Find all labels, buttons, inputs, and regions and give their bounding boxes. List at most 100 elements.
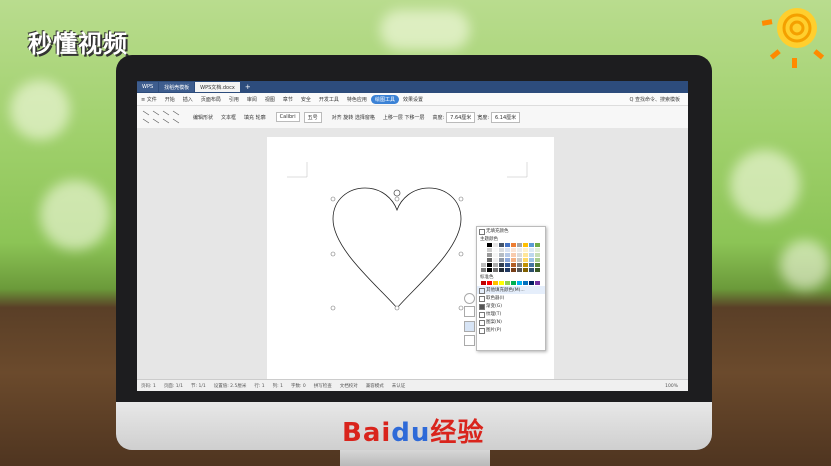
color-swatch[interactable]	[517, 263, 522, 267]
color-swatch[interactable]	[487, 248, 492, 252]
shape-gallery[interactable]	[141, 109, 185, 125]
font-size-select[interactable]: 五号	[303, 111, 322, 123]
color-swatch[interactable]	[481, 263, 486, 267]
picture-option[interactable]: 图片(P)	[477, 326, 545, 334]
color-swatch[interactable]	[523, 258, 528, 262]
search-commands[interactable]: Q 查找命令、搜索模板	[625, 96, 688, 103]
text-box-button[interactable]: 文本框	[221, 114, 236, 121]
menu-item[interactable]: 插入	[179, 96, 197, 103]
color-swatch[interactable]	[517, 248, 522, 252]
more-fill-colors-option[interactable]: 其他填充颜色(M)...	[477, 286, 545, 294]
zoom-level[interactable]: 100%	[661, 384, 688, 389]
status-words[interactable]: 字数: 0	[287, 383, 310, 389]
color-swatch[interactable]	[493, 248, 498, 252]
color-swatch[interactable]	[535, 243, 540, 247]
theme-color-grid[interactable]	[477, 242, 545, 273]
color-swatch[interactable]	[529, 263, 534, 267]
color-swatch[interactable]	[517, 281, 522, 285]
menu-file[interactable]: ≡ 文件	[137, 96, 161, 103]
pattern-option[interactable]: 图案(N)	[477, 318, 545, 326]
menu-item[interactable]: 审阅	[243, 96, 261, 103]
tab-drawing-tools[interactable]: 绘图工具	[370, 94, 399, 104]
color-swatch[interactable]	[505, 263, 510, 267]
menu-item[interactable]: 效果设置	[399, 96, 427, 103]
tab-wps[interactable]: WPS	[137, 82, 159, 92]
color-swatch[interactable]	[529, 268, 534, 272]
color-swatch[interactable]	[487, 258, 492, 262]
font-select[interactable]: Calibri	[275, 112, 300, 122]
color-swatch[interactable]	[487, 281, 492, 285]
color-swatch[interactable]	[505, 281, 510, 285]
color-swatch[interactable]	[499, 243, 504, 247]
color-swatch[interactable]	[487, 268, 492, 272]
tab-document[interactable]: WPS文档.docx	[195, 82, 240, 92]
color-swatch[interactable]	[523, 263, 528, 267]
color-swatch[interactable]	[487, 243, 492, 247]
color-swatch[interactable]	[481, 243, 486, 247]
menu-item[interactable]: 特色应用	[343, 96, 371, 103]
rotate-button[interactable]: 旋转	[343, 114, 353, 121]
color-swatch[interactable]	[511, 258, 516, 262]
align-button[interactable]: 对齐	[332, 114, 342, 121]
color-swatch[interactable]	[499, 281, 504, 285]
color-swatch[interactable]	[499, 248, 504, 252]
fill-button[interactable]: 填充	[244, 114, 254, 121]
doc-check-button[interactable]: 文档校对	[336, 383, 362, 389]
color-swatch[interactable]	[505, 258, 510, 262]
color-swatch[interactable]	[511, 281, 516, 285]
color-swatch[interactable]	[487, 253, 492, 257]
menu-item[interactable]: 视图	[261, 96, 279, 103]
menu-item[interactable]: 引用	[225, 96, 243, 103]
color-swatch[interactable]	[481, 268, 486, 272]
shape-layout-button[interactable]	[464, 293, 475, 304]
color-swatch[interactable]	[505, 243, 510, 247]
color-swatch[interactable]	[493, 263, 498, 267]
color-swatch[interactable]	[523, 253, 528, 257]
color-swatch[interactable]	[493, 268, 498, 272]
color-swatch[interactable]	[523, 268, 528, 272]
color-swatch[interactable]	[505, 248, 510, 252]
tab-template[interactable]: 找稻壳模板	[159, 82, 195, 92]
menu-item[interactable]: 安全	[297, 96, 315, 103]
color-swatch[interactable]	[529, 248, 534, 252]
eyedropper-option[interactable]: 取色器(I)	[477, 294, 545, 302]
bring-forward-button[interactable]: 上移一层	[383, 114, 403, 121]
color-swatch[interactable]	[505, 268, 510, 272]
color-swatch[interactable]	[481, 281, 486, 285]
color-swatch[interactable]	[511, 253, 516, 257]
color-swatch[interactable]	[529, 253, 534, 257]
cert-status[interactable]: 未认证	[388, 383, 410, 389]
color-swatch[interactable]	[523, 281, 528, 285]
edit-shape-button[interactable]: 编辑形状	[193, 114, 213, 121]
color-swatch[interactable]	[523, 248, 528, 252]
color-swatch[interactable]	[535, 248, 540, 252]
shape-style-button[interactable]	[464, 306, 475, 317]
color-swatch[interactable]	[499, 268, 504, 272]
width-field[interactable]: 6.14厘米	[491, 111, 521, 123]
color-swatch[interactable]	[529, 281, 534, 285]
color-swatch[interactable]	[523, 243, 528, 247]
color-swatch[interactable]	[535, 253, 540, 257]
menu-item[interactable]: 开发工具	[315, 96, 343, 103]
color-swatch[interactable]	[511, 248, 516, 252]
color-swatch[interactable]	[517, 253, 522, 257]
color-swatch[interactable]	[493, 258, 498, 262]
gradient-option[interactable]: 渐变(G)	[477, 302, 545, 310]
color-swatch[interactable]	[481, 248, 486, 252]
menu-item[interactable]: 章节	[279, 96, 297, 103]
color-swatch[interactable]	[481, 258, 486, 262]
height-field[interactable]: 7.64厘米	[446, 111, 476, 123]
color-swatch[interactable]	[529, 243, 534, 247]
color-swatch[interactable]	[481, 253, 486, 257]
color-swatch[interactable]	[535, 268, 540, 272]
color-swatch[interactable]	[493, 281, 498, 285]
color-swatch[interactable]	[499, 263, 504, 267]
color-swatch[interactable]	[511, 263, 516, 267]
texture-option[interactable]: 纹理(T)	[477, 310, 545, 318]
menu-item[interactable]: 页面布局	[197, 96, 225, 103]
outline-quick-button[interactable]	[464, 335, 475, 346]
color-swatch[interactable]	[535, 258, 540, 262]
color-swatch[interactable]	[511, 243, 516, 247]
color-swatch[interactable]	[493, 243, 498, 247]
send-backward-button[interactable]: 下移一层	[404, 114, 424, 121]
